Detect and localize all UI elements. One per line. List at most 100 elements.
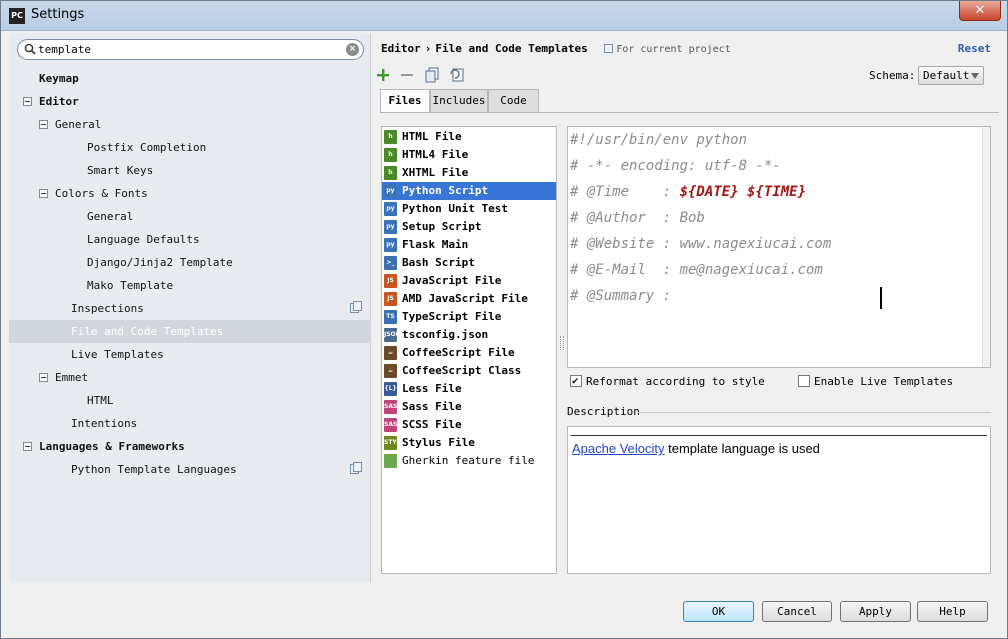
- scss-icon: SASS: [384, 418, 401, 432]
- python-icon: py: [384, 184, 397, 198]
- tree-item-label: Django/Jinja2 Template: [87, 256, 233, 269]
- schema-dropdown[interactable]: Default: [918, 66, 984, 85]
- tree-item[interactable]: Inspections: [9, 297, 371, 320]
- tree-item-label: Inspections: [71, 302, 144, 315]
- tree-item[interactable]: Emmet: [9, 366, 371, 389]
- template-file-name: CoffeeScript File: [402, 346, 515, 359]
- collapse-toggle-icon[interactable]: [23, 442, 32, 451]
- add-icon[interactable]: [374, 66, 392, 84]
- tree-item[interactable]: Smart Keys: [9, 159, 371, 182]
- tab-files[interactable]: Files: [380, 89, 430, 113]
- template-file-name: TypeScript File: [402, 310, 502, 323]
- tree-item[interactable]: General: [9, 113, 371, 136]
- tree-item-label: Keymap: [39, 72, 79, 85]
- template-file-item[interactable]: py Flask Main: [382, 236, 556, 254]
- tree-item[interactable]: Intentions: [9, 412, 371, 435]
- tabs-divider: [380, 112, 999, 113]
- schema-label: Schema:: [869, 69, 916, 82]
- template-file-item[interactable]: ☕ CoffeeScript Class: [382, 362, 556, 380]
- template-file-item[interactable]: Gherkin feature file: [382, 452, 556, 470]
- template-file-name: Flask Main: [402, 238, 469, 251]
- template-file-item[interactable]: STYL Stylus File: [382, 434, 556, 452]
- splitter-handle[interactable]: [560, 336, 564, 350]
- tree-item[interactable]: Keymap: [9, 67, 371, 90]
- tab-includes[interactable]: Includes: [430, 89, 488, 112]
- settings-tree-pane: × Keymap Editor General Postfix Completion S…: [9, 33, 371, 583]
- tree-item-label: Smart Keys: [87, 164, 154, 177]
- reset-to-default-icon[interactable]: [448, 66, 466, 84]
- description-panel: Apache Velocity template language is use…: [567, 426, 991, 574]
- description-title: Description: [567, 405, 640, 418]
- template-file-item[interactable]: SASS Sass File: [382, 398, 556, 416]
- apache-velocity-link[interactable]: Apache Velocity: [572, 441, 665, 456]
- tree-item-label: Language Defaults: [87, 233, 200, 246]
- tree-item[interactable]: Python Template Languages: [9, 458, 371, 481]
- reformat-checkbox[interactable]: [570, 373, 582, 388]
- code-line: # @Summary :: [570, 285, 680, 307]
- template-file-item[interactable]: {L} Less File: [382, 380, 556, 398]
- reset-link[interactable]: Reset: [958, 42, 991, 55]
- template-file-name: CoffeeScript Class: [402, 364, 522, 377]
- template-file-item[interactable]: h HTML File: [382, 128, 556, 146]
- template-file-item[interactable]: h HTML4 File: [382, 146, 556, 164]
- breadcrumb-editor: Editor: [381, 42, 421, 55]
- close-window-button[interactable]: ✕: [959, 1, 1001, 21]
- editor-scrollbar[interactable]: [982, 127, 990, 367]
- tree-item[interactable]: Colors & Fonts: [9, 182, 371, 205]
- settings-search-box[interactable]: ×: [17, 39, 364, 60]
- html-file-icon: h: [384, 148, 397, 162]
- code-text: # @Website : www.nagexiucai.com: [570, 236, 832, 252]
- typescript-icon: TS: [384, 310, 397, 324]
- live-templates-checkbox[interactable]: [798, 375, 810, 387]
- template-file-item[interactable]: JS JavaScript File: [382, 272, 556, 290]
- collapse-toggle-icon[interactable]: [23, 97, 32, 106]
- tree-item[interactable]: Mako Template: [9, 274, 371, 297]
- tree-item[interactable]: Postfix Completion: [9, 136, 371, 159]
- tree-item[interactable]: Editor: [9, 90, 371, 113]
- template-file-name: Sass File: [402, 400, 462, 413]
- tree-item[interactable]: Language Defaults: [9, 228, 371, 251]
- collapse-toggle-icon[interactable]: [39, 373, 48, 382]
- template-file-item[interactable]: py Python Unit Test: [382, 200, 556, 218]
- remove-icon[interactable]: [398, 66, 416, 84]
- coffee-icon: ☕: [384, 364, 397, 378]
- copy-icon[interactable]: [423, 66, 441, 84]
- clear-search-icon[interactable]: ×: [346, 43, 359, 56]
- pycharm-app-icon: PC: [9, 8, 25, 24]
- tree-item[interactable]: Django/Jinja2 Template: [9, 251, 371, 274]
- collapse-toggle-icon[interactable]: [39, 189, 48, 198]
- collapse-toggle-icon[interactable]: [39, 120, 48, 129]
- search-input[interactable]: [38, 42, 338, 57]
- apply-button[interactable]: Apply: [840, 601, 911, 622]
- tree-item[interactable]: Languages & Frameworks: [9, 435, 371, 458]
- ok-button[interactable]: OK: [683, 601, 754, 622]
- template-file-item[interactable]: JS AMD JavaScript File: [382, 290, 556, 308]
- template-file-item[interactable]: JSON tsconfig.json: [382, 326, 556, 344]
- template-file-item[interactable]: SASS SCSS File: [382, 416, 556, 434]
- template-file-name: HTML4 File: [402, 148, 469, 161]
- tab-code[interactable]: Code: [488, 89, 539, 112]
- template-file-item[interactable]: h XHTML File: [382, 164, 556, 182]
- tree-item[interactable]: File and Code Templates: [9, 320, 371, 343]
- tree-item[interactable]: HTML: [9, 389, 371, 412]
- template-file-item[interactable]: TS TypeScript File: [382, 308, 556, 326]
- template-file-item[interactable]: py Python Script: [382, 182, 556, 200]
- tree-item-label: Editor: [39, 95, 79, 108]
- template-editor[interactable]: #!/usr/bin/env python # -*- encoding: utf…: [567, 126, 991, 368]
- template-file-list[interactable]: h HTML File h HTML4 File h XHTML File py Python…: [381, 126, 557, 574]
- template-file-item[interactable]: >_ Bash Script: [382, 254, 556, 272]
- tree-item[interactable]: General: [9, 205, 371, 228]
- tree-item-label: File and Code Templates: [71, 325, 224, 338]
- template-file-item[interactable]: ☕ CoffeeScript File: [382, 344, 556, 362]
- sass-icon: SASS: [384, 400, 401, 414]
- project-scope-icon: [604, 44, 614, 53]
- cancel-button[interactable]: Cancel: [762, 601, 832, 622]
- tree-item[interactable]: Live Templates: [9, 343, 371, 366]
- file-templates-page: Editor › File and Code Templates For curre…: [372, 33, 1007, 583]
- template-file-name: Python Script: [402, 184, 489, 197]
- help-button[interactable]: Help: [917, 601, 988, 622]
- code-line: #!/usr/bin/env python: [570, 129, 747, 151]
- template-file-item[interactable]: py Setup Script: [382, 218, 556, 236]
- settings-window: PC Settings ✕ × Keymap Editor General Postf…: [0, 0, 1008, 639]
- description-text: Apache Velocity template language is use…: [572, 441, 820, 456]
